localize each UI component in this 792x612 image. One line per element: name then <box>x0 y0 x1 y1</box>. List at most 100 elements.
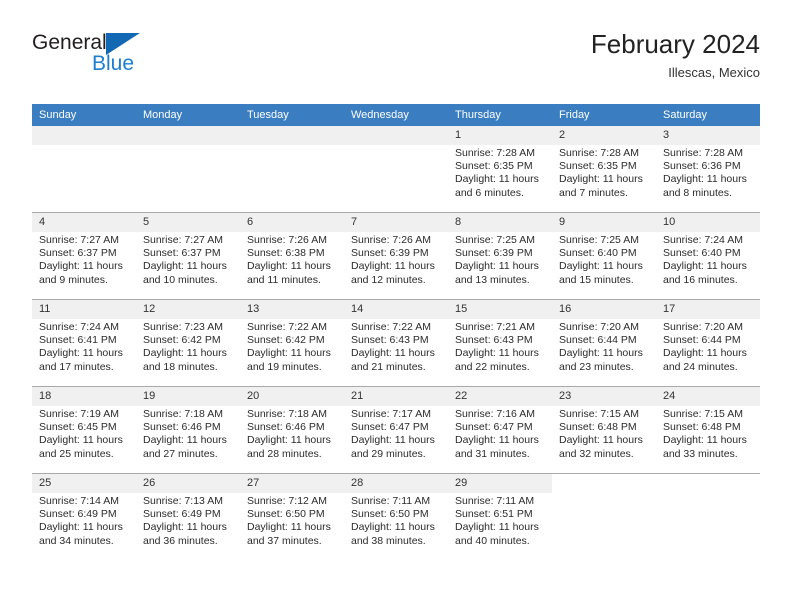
sunset-text: Sunset: 6:48 PM <box>559 421 637 434</box>
day-number: 28 <box>344 474 448 493</box>
day-number: 6 <box>240 213 344 232</box>
calendar-cell: 23 Sunrise: 7:15 AM Sunset: 6:48 PM Dayligh… <box>552 386 656 474</box>
sunset-text: Sunset: 6:38 PM <box>247 247 325 260</box>
daylight-text-line1: Daylight: 11 hours <box>663 347 747 360</box>
calendar-cell <box>240 126 344 213</box>
day-cell[interactable]: 15 Sunrise: 7:21 AM Sunset: 6:43 PM Dayligh… <box>448 300 552 386</box>
day-details: Sunrise: 7:16 AM Sunset: 6:47 PM Daylight:… <box>448 406 552 461</box>
daylight-text-line2: and 40 minutes. <box>455 534 530 547</box>
sunrise-text: Sunrise: 7:28 AM <box>663 147 743 159</box>
sunrise-text: Sunrise: 7:11 AM <box>455 495 535 507</box>
weekday-header-monday: Monday <box>136 104 240 126</box>
day-number: 27 <box>240 474 344 493</box>
day-cell[interactable]: 4 Sunrise: 7:27 AM Sunset: 6:37 PM Daylight… <box>32 213 136 299</box>
day-details: Sunrise: 7:17 AM Sunset: 6:47 PM Daylight:… <box>344 406 448 461</box>
daylight-text-line2: and 12 minutes. <box>351 273 426 286</box>
day-cell[interactable]: 22 Sunrise: 7:16 AM Sunset: 6:47 PM Dayligh… <box>448 387 552 473</box>
day-cell[interactable]: 13 Sunrise: 7:22 AM Sunset: 6:42 PM Dayligh… <box>240 300 344 386</box>
daylight-text-line1: Daylight: 11 hours <box>559 434 643 447</box>
weekday-header-friday: Friday <box>552 104 656 126</box>
day-cell[interactable]: 29 Sunrise: 7:11 AM Sunset: 6:51 PM Dayligh… <box>448 474 552 560</box>
day-cell[interactable]: 19 Sunrise: 7:18 AM Sunset: 6:46 PM Dayligh… <box>136 387 240 473</box>
daylight-text-line1: Daylight: 11 hours <box>39 260 123 273</box>
calendar-cell: 26 Sunrise: 7:13 AM Sunset: 6:49 PM Dayligh… <box>136 473 240 560</box>
calendar-week-row: 4 Sunrise: 7:27 AM Sunset: 6:37 PM Daylight… <box>32 212 760 300</box>
daylight-text-line1: Daylight: 11 hours <box>39 434 123 447</box>
day-number: 24 <box>656 387 760 406</box>
sunset-text: Sunset: 6:39 PM <box>455 247 533 260</box>
day-cell[interactable]: 18 Sunrise: 7:19 AM Sunset: 6:45 PM Dayligh… <box>32 387 136 473</box>
calendar-cell: 16 Sunrise: 7:20 AM Sunset: 6:44 PM Dayligh… <box>552 299 656 387</box>
day-cell[interactable]: 5 Sunrise: 7:27 AM Sunset: 6:37 PM Daylight… <box>136 213 240 299</box>
calendar-cell <box>656 473 760 560</box>
day-cell[interactable]: 26 Sunrise: 7:13 AM Sunset: 6:49 PM Dayligh… <box>136 474 240 560</box>
calendar-body: 1 Sunrise: 7:28 AM Sunset: 6:35 PM Daylight… <box>32 126 760 560</box>
day-cell[interactable]: 21 Sunrise: 7:17 AM Sunset: 6:47 PM Dayligh… <box>344 387 448 473</box>
day-details: Sunrise: 7:27 AM Sunset: 6:37 PM Daylight:… <box>136 232 240 287</box>
calendar-cell: 7 Sunrise: 7:26 AM Sunset: 6:39 PM Daylight… <box>344 212 448 300</box>
day-details: Sunrise: 7:18 AM Sunset: 6:46 PM Daylight:… <box>136 406 240 461</box>
day-cell[interactable]: 11 Sunrise: 7:24 AM Sunset: 6:41 PM Dayligh… <box>32 300 136 386</box>
day-details: Sunrise: 7:22 AM Sunset: 6:42 PM Daylight:… <box>240 319 344 374</box>
day-details: Sunrise: 7:11 AM Sunset: 6:51 PM Daylight:… <box>448 493 552 548</box>
day-cell[interactable]: 2 Sunrise: 7:28 AM Sunset: 6:35 PM Daylight… <box>552 126 656 212</box>
day-cell-empty <box>32 126 136 212</box>
daylight-text-line1: Daylight: 11 hours <box>39 521 123 534</box>
weekday-header-thursday: Thursday <box>448 104 552 126</box>
day-number <box>136 126 240 145</box>
sunset-text: Sunset: 6:51 PM <box>455 508 533 521</box>
day-cell[interactable]: 27 Sunrise: 7:12 AM Sunset: 6:50 PM Dayligh… <box>240 474 344 560</box>
day-cell[interactable]: 12 Sunrise: 7:23 AM Sunset: 6:42 PM Dayligh… <box>136 300 240 386</box>
sunrise-text: Sunrise: 7:26 AM <box>247 234 327 246</box>
day-cell[interactable]: 20 Sunrise: 7:18 AM Sunset: 6:46 PM Dayligh… <box>240 387 344 473</box>
day-cell[interactable]: 16 Sunrise: 7:20 AM Sunset: 6:44 PM Dayligh… <box>552 300 656 386</box>
calendar-cell: 22 Sunrise: 7:16 AM Sunset: 6:47 PM Dayligh… <box>448 386 552 474</box>
day-cell[interactable]: 25 Sunrise: 7:14 AM Sunset: 6:49 PM Dayligh… <box>32 474 136 560</box>
daylight-text-line1: Daylight: 11 hours <box>143 521 227 534</box>
sunset-text: Sunset: 6:43 PM <box>455 334 533 347</box>
sunset-text: Sunset: 6:50 PM <box>247 508 325 521</box>
logo-text-blue: Blue <box>92 52 135 75</box>
calendar-cell: 11 Sunrise: 7:24 AM Sunset: 6:41 PM Dayligh… <box>32 299 136 387</box>
day-number: 7 <box>344 213 448 232</box>
daylight-text-line2: and 13 minutes. <box>455 273 530 286</box>
day-number: 19 <box>136 387 240 406</box>
sunset-text: Sunset: 6:44 PM <box>559 334 637 347</box>
sunrise-text: Sunrise: 7:24 AM <box>39 321 119 333</box>
sunset-text: Sunset: 6:49 PM <box>39 508 117 521</box>
day-cell[interactable]: 10 Sunrise: 7:24 AM Sunset: 6:40 PM Dayligh… <box>656 213 760 299</box>
daylight-text-line1: Daylight: 11 hours <box>247 260 331 273</box>
daylight-text-line1: Daylight: 11 hours <box>247 521 331 534</box>
page-title: February 2024 <box>590 29 760 59</box>
calendar-cell: 15 Sunrise: 7:21 AM Sunset: 6:43 PM Dayligh… <box>448 299 552 387</box>
sunset-text: Sunset: 6:41 PM <box>39 334 117 347</box>
daylight-text-line2: and 38 minutes. <box>351 534 426 547</box>
daylight-text-line2: and 9 minutes. <box>39 273 108 286</box>
day-cell[interactable]: 7 Sunrise: 7:26 AM Sunset: 6:39 PM Daylight… <box>344 213 448 299</box>
daylight-text-line2: and 11 minutes. <box>247 273 321 286</box>
day-number: 18 <box>32 387 136 406</box>
day-cell[interactable]: 8 Sunrise: 7:25 AM Sunset: 6:39 PM Daylight… <box>448 213 552 299</box>
day-cell[interactable]: 24 Sunrise: 7:15 AM Sunset: 6:48 PM Dayligh… <box>656 387 760 473</box>
day-cell[interactable]: 3 Sunrise: 7:28 AM Sunset: 6:36 PM Daylight… <box>656 126 760 212</box>
daylight-text-line2: and 21 minutes. <box>351 360 426 373</box>
daylight-text-line1: Daylight: 11 hours <box>455 260 539 273</box>
daylight-text-line2: and 31 minutes. <box>455 447 530 460</box>
day-number: 29 <box>448 474 552 493</box>
sunrise-text: Sunrise: 7:20 AM <box>559 321 639 333</box>
day-cell[interactable]: 23 Sunrise: 7:15 AM Sunset: 6:48 PM Dayligh… <box>552 387 656 473</box>
day-cell[interactable]: 6 Sunrise: 7:26 AM Sunset: 6:38 PM Daylight… <box>240 213 344 299</box>
sunrise-text: Sunrise: 7:28 AM <box>559 147 639 159</box>
day-cell[interactable]: 9 Sunrise: 7:25 AM Sunset: 6:40 PM Daylight… <box>552 213 656 299</box>
daylight-text-line1: Daylight: 11 hours <box>663 260 747 273</box>
day-cell[interactable]: 1 Sunrise: 7:28 AM Sunset: 6:35 PM Daylight… <box>448 126 552 212</box>
day-details: Sunrise: 7:28 AM Sunset: 6:36 PM Daylight:… <box>656 145 760 200</box>
day-cell[interactable]: 14 Sunrise: 7:22 AM Sunset: 6:43 PM Dayligh… <box>344 300 448 386</box>
calendar-cell: 25 Sunrise: 7:14 AM Sunset: 6:49 PM Dayligh… <box>32 473 136 560</box>
sunrise-text: Sunrise: 7:16 AM <box>455 408 535 420</box>
day-details: Sunrise: 7:11 AM Sunset: 6:50 PM Daylight:… <box>344 493 448 548</box>
calendar-cell: 17 Sunrise: 7:20 AM Sunset: 6:44 PM Dayligh… <box>656 299 760 387</box>
day-cell[interactable]: 17 Sunrise: 7:20 AM Sunset: 6:44 PM Dayligh… <box>656 300 760 386</box>
day-cell[interactable]: 28 Sunrise: 7:11 AM Sunset: 6:50 PM Dayligh… <box>344 474 448 560</box>
general-blue-logo[interactable]: General Blue <box>32 32 262 88</box>
